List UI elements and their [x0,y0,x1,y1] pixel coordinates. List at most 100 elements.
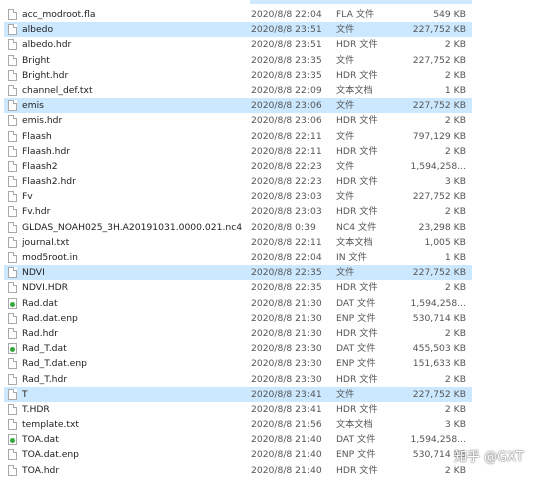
file-type: 文件 [336,388,355,400]
file-row[interactable]: Rad_T.dat.enp 2020/8/8 23:30 ENP 文件 151,633… [0,356,554,371]
file-date-modified: 2020/8/8 22:04 [251,9,322,20]
document-icon [8,419,17,431]
file-size: 227,752 KB [412,191,466,203]
file-row[interactable]: albedo 2020/8/8 23:51 文件 227,752 KB [0,22,554,38]
file-row[interactable]: TOA.dat 2020/8/8 21:40 DAT 文件 1,594,258... [0,432,554,447]
document-icon [8,176,17,188]
file-type: HDR 文件 [336,69,378,81]
file-size: 227,752 KB [412,100,466,112]
file-row[interactable]: albedo.hdr 2020/8/8 23:51 HDR 文件 2 KB [0,37,554,52]
file-size: 2 KB [444,403,466,415]
file-type: DAT 文件 [336,343,376,355]
file-name: Rad_T.dat.enp [22,358,87,370]
file-row[interactable]: Rad.dat 2020/8/8 21:30 DAT 文件 1,594,258... [0,296,554,311]
file-date-modified: 2020/8/8 22:35 [251,267,322,279]
file-row[interactable]: NDVI.HDR 2020/8/8 22:35 HDR 文件 2 KB [0,280,554,295]
document-icon [8,39,17,51]
file-name: Rad.dat [22,297,58,309]
file-name: emis.hdr [22,115,63,127]
file-row[interactable]: Rad_T.dat 2020/8/8 23:30 DAT 文件 455,503 KB [0,341,554,356]
file-type: HDR 文件 [336,115,378,127]
file-date-modified: 2020/8/8 22:23 [251,176,322,188]
document-icon [8,373,17,385]
file-type: HDR 文件 [336,282,378,294]
file-type: 文件 [336,130,355,142]
file-row[interactable]: Flaash.hdr 2020/8/8 22:11 HDR 文件 2 KB [0,144,554,159]
file-name: Fv [22,191,33,203]
file-row[interactable]: GLDAS_NOAH025_3H.A20191031.0000.021.nc4 2… [0,220,554,235]
file-size: 1 KB [444,252,466,263]
file-date-modified: 2020/8/8 23:06 [251,100,322,112]
file-row[interactable]: T.HDR 2020/8/8 23:41 HDR 文件 2 KB [0,402,554,417]
file-size: 2 KB [444,69,466,81]
previous-row-partial [0,0,554,6]
file-name: Flaash2.hdr [22,176,76,188]
file-size: 2 KB [444,282,466,294]
document-icon [8,403,17,415]
file-name: TOA.dat [22,434,59,446]
file-row[interactable]: mod5root.in 2020/8/8 22:04 IN 文件 1 KB [0,250,554,265]
file-date-modified: 2020/8/8 22:04 [251,252,322,263]
file-row[interactable]: emis.hdr 2020/8/8 23:06 HDR 文件 2 KB [0,113,554,128]
document-icon [8,69,17,81]
file-row[interactable]: Rad_T.hdr 2020/8/8 23:30 HDR 文件 2 KB [0,372,554,387]
file-row[interactable]: Flaash 2020/8/8 22:11 文件 797,129 KB [0,129,554,144]
file-row[interactable]: Bright 2020/8/8 23:35 文件 227,752 KB [0,53,554,68]
file-type: HDR 文件 [336,373,378,385]
file-type: ENP 文件 [336,312,376,324]
file-row[interactable]: journal.txt 2020/8/8 22:11 文本文档 1,005 KB [0,235,554,250]
file-size: 2 KB [444,115,466,127]
file-type: 文件 [336,100,355,112]
file-type: 文件 [336,160,355,172]
document-icon [8,160,17,172]
file-size: 2 KB [444,327,466,339]
file-type: 文本文档 [336,84,373,96]
file-type: 文件 [336,24,355,36]
document-icon [8,252,17,263]
document-icon [8,54,17,66]
file-row[interactable]: T 2020/8/8 23:41 文件 227,752 KB [0,386,554,403]
file-row[interactable]: Fv.hdr 2020/8/8 23:03 HDR 文件 2 KB [0,204,554,219]
file-row[interactable]: Bright.hdr 2020/8/8 23:35 HDR 文件 2 KB [0,68,554,83]
file-type: DAT 文件 [336,434,376,446]
file-date-modified: 2020/8/8 22:11 [251,130,322,142]
selection-highlight [250,0,472,4]
file-type: 文本文档 [336,419,373,431]
document-icon [8,221,17,233]
file-type: 文件 [336,267,355,279]
file-date-modified: 2020/8/8 23:03 [251,191,322,203]
file-date-modified: 2020/8/8 23:30 [251,373,322,385]
file-row[interactable]: Rad.hdr 2020/8/8 21:30 HDR 文件 2 KB [0,326,554,341]
dat-file-icon [8,434,17,446]
document-icon [8,191,17,203]
file-row[interactable]: acc_modroot.fla 2020/8/8 22:04 FLA 文件 549 K… [0,7,554,22]
file-date-modified: 2020/8/8 23:41 [251,403,322,415]
file-name: Rad.dat.enp [22,312,78,324]
file-name: TOA.hdr [22,464,60,476]
file-row[interactable]: Rad.dat.enp 2020/8/8 21:30 ENP 文件 530,714 K… [0,311,554,326]
document-icon [8,327,17,339]
file-row[interactable]: channel_def.txt 2020/8/8 22:09 文本文档 1 KB [0,83,554,98]
document-icon [8,145,17,157]
document-icon [8,236,17,248]
file-row[interactable]: Flaash2 2020/8/8 22:23 文件 1,594,258... [0,159,554,174]
file-type: IN 文件 [336,252,367,263]
file-size: 227,752 KB [412,24,466,36]
document-icon [8,282,17,294]
document-icon [8,24,17,36]
document-icon [8,100,17,112]
file-date-modified: 2020/8/8 22:23 [251,160,322,172]
file-type: HDR 文件 [336,464,378,476]
document-icon [8,9,17,20]
document-icon [8,464,17,476]
file-row[interactable]: template.txt 2020/8/8 21:56 文本文档 3 KB [0,417,554,432]
file-row[interactable]: NDVI 2020/8/8 22:35 文件 227,752 KB [0,265,554,281]
file-size: 2 KB [444,373,466,385]
file-row[interactable]: Fv 2020/8/8 23:03 文件 227,752 KB [0,189,554,204]
file-type: HDR 文件 [336,39,378,51]
document-icon [8,388,17,400]
document-icon [8,115,17,127]
file-row[interactable]: emis 2020/8/8 23:06 文件 227,752 KB [0,98,554,114]
file-row[interactable]: Flaash2.hdr 2020/8/8 22:23 HDR 文件 3 KB [0,174,554,189]
document-icon [8,84,17,96]
